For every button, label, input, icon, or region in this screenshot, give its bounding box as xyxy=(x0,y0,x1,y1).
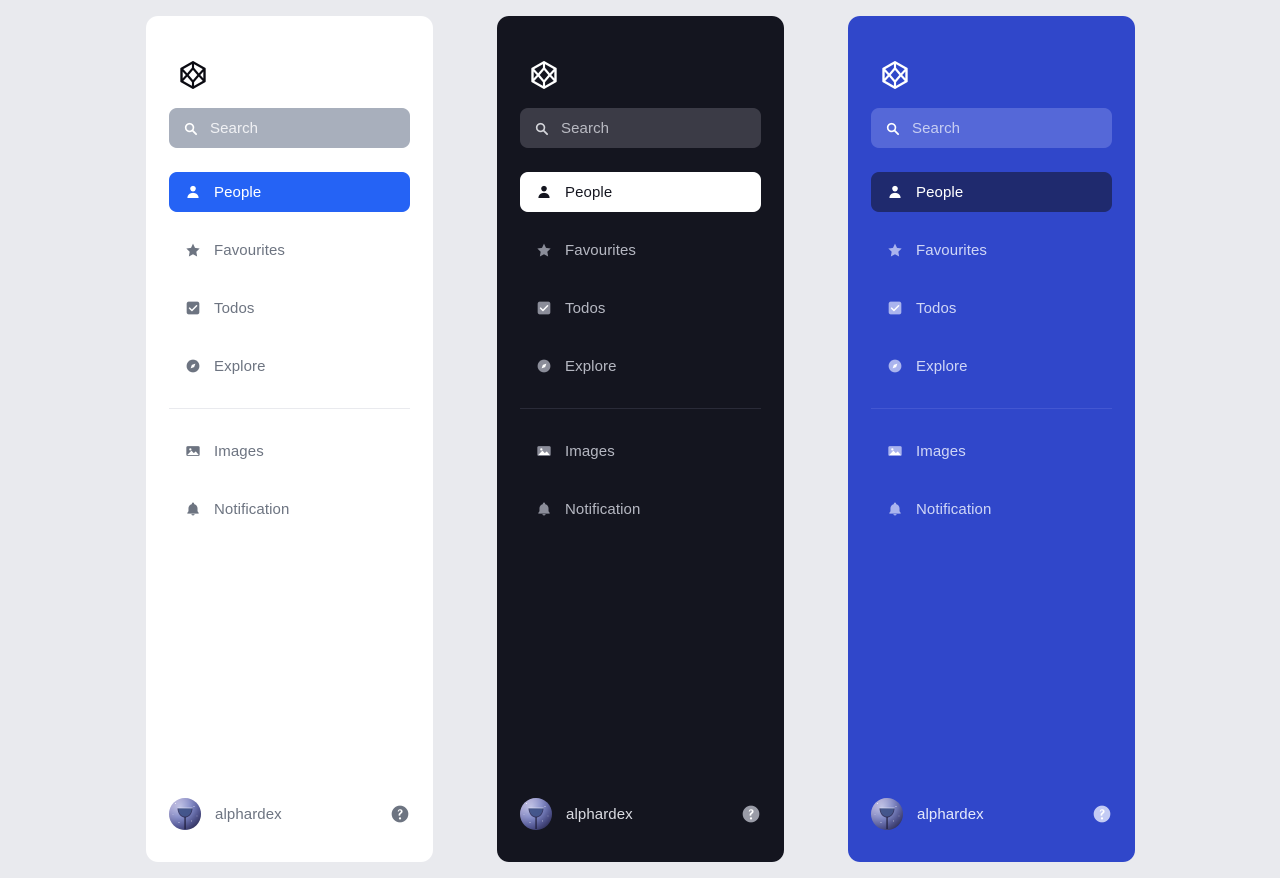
sidebar-item-people[interactable]: People xyxy=(871,172,1112,212)
cube-hexagon-logo-icon xyxy=(880,60,910,90)
sidebar-item-label: Todos xyxy=(214,299,255,317)
sidebar-item-todos[interactable]: Todos xyxy=(169,288,410,328)
sidebar-item-label: Notification xyxy=(214,500,290,518)
avatar[interactable] xyxy=(520,798,552,830)
sidebar-item-people[interactable]: People xyxy=(520,172,761,212)
secondary-nav: Images Notification xyxy=(848,409,1135,529)
compass-icon xyxy=(887,358,903,374)
cube-hexagon-logo-icon xyxy=(529,60,559,90)
sidebar-item-people[interactable]: People xyxy=(169,172,410,212)
help-circle-icon[interactable] xyxy=(1092,804,1112,824)
sidebar-item-todos[interactable]: Todos xyxy=(871,288,1112,328)
star-icon xyxy=(887,242,903,258)
bell-icon xyxy=(887,501,903,517)
sidebar-item-label: Images xyxy=(214,442,264,460)
search-icon xyxy=(183,121,198,136)
person-icon xyxy=(536,184,552,200)
search-input[interactable]: Search xyxy=(871,108,1112,148)
help-circle-icon[interactable] xyxy=(741,804,761,824)
primary-nav: People Favourites Todos Explore xyxy=(848,148,1135,409)
sidebar-item-explore[interactable]: Explore xyxy=(169,346,410,386)
search-placeholder: Search xyxy=(210,119,259,137)
sidebar-item-label: Todos xyxy=(916,299,957,317)
search-placeholder: Search xyxy=(912,119,961,137)
image-icon xyxy=(887,443,903,459)
person-icon xyxy=(887,184,903,200)
sidebar-item-label: Explore xyxy=(916,357,968,375)
sidebar-item-label: Explore xyxy=(565,357,617,375)
sidebar-item-label: Favourites xyxy=(916,241,988,259)
checkbox-icon xyxy=(185,300,201,316)
image-icon xyxy=(536,443,552,459)
sidebar-item-label: Todos xyxy=(565,299,606,317)
app-root: Search People Favourites Todos Explore I… xyxy=(0,0,1280,878)
checkbox-icon xyxy=(887,300,903,316)
sidebar-item-explore[interactable]: Explore xyxy=(871,346,1112,386)
checkbox-icon xyxy=(536,300,552,316)
logo-container[interactable] xyxy=(848,16,1135,108)
cube-hexagon-logo-icon xyxy=(178,60,208,90)
sidebar-footer: alphardex xyxy=(497,786,784,862)
sidebar-item-label: Explore xyxy=(214,357,266,375)
secondary-nav: Images Notification xyxy=(146,409,433,529)
primary-nav: People Favourites Todos Explore xyxy=(497,148,784,409)
sidebar-item-notification[interactable]: Notification xyxy=(169,489,410,529)
sidebar-item-label: Favourites xyxy=(565,241,637,259)
sidebar-item-label: People xyxy=(214,183,262,201)
compass-icon xyxy=(185,358,201,374)
avatar[interactable] xyxy=(169,798,201,830)
sidebar-footer: alphardex xyxy=(146,786,433,862)
search-placeholder: Search xyxy=(561,119,610,137)
user-name: alphardex xyxy=(566,805,633,823)
person-icon xyxy=(185,184,201,200)
sidebar-item-favourites[interactable]: Favourites xyxy=(169,230,410,270)
sidebar-item-label: Images xyxy=(916,442,966,460)
avatar[interactable] xyxy=(871,798,903,830)
secondary-nav: Images Notification xyxy=(497,409,784,529)
user-name: alphardex xyxy=(917,805,984,823)
sidebar-panel-blue: Search People Favourites Todos Explore I… xyxy=(848,16,1135,862)
search-container: Search xyxy=(146,108,433,148)
sidebar-item-images[interactable]: Images xyxy=(871,431,1112,471)
help-circle-icon[interactable] xyxy=(390,804,410,824)
sidebar-item-label: Notification xyxy=(565,500,641,518)
search-container: Search xyxy=(848,108,1135,148)
sidebar-item-images[interactable]: Images xyxy=(169,431,410,471)
sidebar-item-todos[interactable]: Todos xyxy=(520,288,761,328)
sidebar-panel-dark: Search People Favourites Todos Explore I… xyxy=(497,16,784,862)
sidebar-item-images[interactable]: Images xyxy=(520,431,761,471)
user-name: alphardex xyxy=(215,805,282,823)
bell-icon xyxy=(536,501,552,517)
search-container: Search xyxy=(497,108,784,148)
search-input[interactable]: Search xyxy=(169,108,410,148)
search-icon xyxy=(885,121,900,136)
sidebar-item-label: Favourites xyxy=(214,241,286,259)
sidebar-item-notification[interactable]: Notification xyxy=(871,489,1112,529)
sidebar-item-notification[interactable]: Notification xyxy=(520,489,761,529)
image-icon xyxy=(185,443,201,459)
sidebar-footer: alphardex xyxy=(848,786,1135,862)
logo-container[interactable] xyxy=(497,16,784,108)
compass-icon xyxy=(536,358,552,374)
logo-container[interactable] xyxy=(146,16,433,108)
sidebar-panel-light: Search People Favourites Todos Explore I… xyxy=(146,16,433,862)
sidebar-item-explore[interactable]: Explore xyxy=(520,346,761,386)
sidebar-item-label: Images xyxy=(565,442,615,460)
star-icon xyxy=(536,242,552,258)
bell-icon xyxy=(185,501,201,517)
search-input[interactable]: Search xyxy=(520,108,761,148)
search-icon xyxy=(534,121,549,136)
sidebar-item-label: People xyxy=(916,183,964,201)
star-icon xyxy=(185,242,201,258)
sidebar-item-label: People xyxy=(565,183,613,201)
sidebar-item-favourites[interactable]: Favourites xyxy=(520,230,761,270)
sidebar-item-favourites[interactable]: Favourites xyxy=(871,230,1112,270)
primary-nav: People Favourites Todos Explore xyxy=(146,148,433,409)
sidebar-item-label: Notification xyxy=(916,500,992,518)
